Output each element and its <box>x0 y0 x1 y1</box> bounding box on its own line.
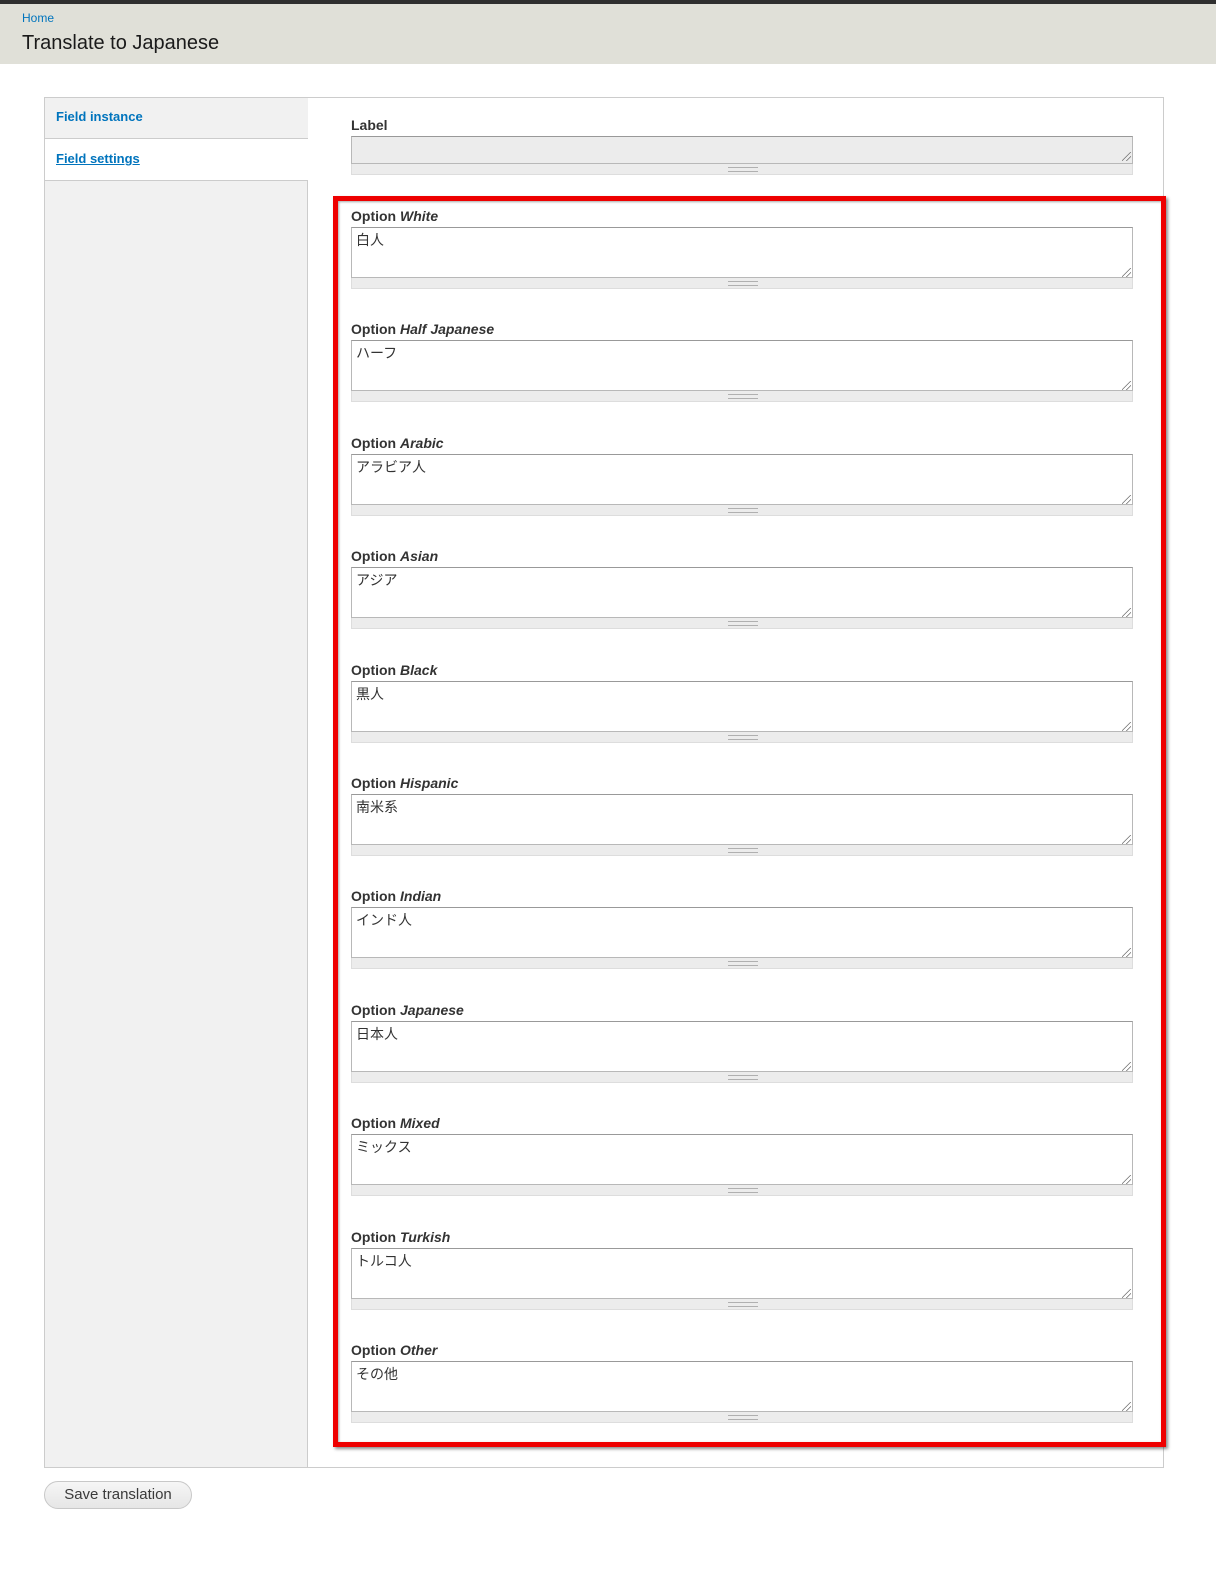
option-textarea-indian[interactable]: インド人 <box>351 907 1133 958</box>
option-label-prefix: Option <box>351 1229 397 1245</box>
option-label-name: Japanese <box>400 1002 464 1018</box>
textarea-grippie[interactable] <box>351 1412 1133 1423</box>
option-label-indian: Option Indian <box>351 888 441 904</box>
label-field-label: Label <box>351 117 388 133</box>
option-label-prefix: Option <box>351 1342 397 1358</box>
option-label-name: Indian <box>400 888 442 904</box>
option-label-name: Arabic <box>400 435 444 451</box>
option-label-name: Turkish <box>400 1229 451 1245</box>
resize-handle-icon[interactable] <box>1122 495 1131 504</box>
resize-handle-icon[interactable] <box>1122 152 1131 161</box>
resize-handle-icon[interactable] <box>1122 835 1131 844</box>
option-label-prefix: Option <box>351 775 397 791</box>
textarea-grippie[interactable] <box>351 845 1133 856</box>
option-label-name: Mixed <box>400 1115 440 1131</box>
textarea-grippie[interactable] <box>351 1072 1133 1083</box>
option-label-prefix: Option <box>351 548 397 564</box>
option-label-white: Option White <box>351 208 438 224</box>
textarea-grippie[interactable] <box>351 732 1133 743</box>
textarea-grippie[interactable] <box>351 391 1133 402</box>
option-label-prefix: Option <box>351 435 397 451</box>
option-label-name: Hispanic <box>400 775 459 791</box>
textarea-grippie[interactable] <box>351 618 1133 629</box>
option-label-prefix: Option <box>351 321 397 337</box>
textarea-grippie[interactable] <box>351 164 1133 175</box>
tab-field-settings[interactable]: Field settings <box>45 139 308 181</box>
option-label-name: Other <box>400 1342 438 1358</box>
option-label-prefix: Option <box>351 888 397 904</box>
option-textarea-asian[interactable]: アジア <box>351 567 1133 618</box>
textarea-grippie[interactable] <box>351 278 1133 289</box>
label-textarea[interactable] <box>351 136 1133 164</box>
option-textarea-white[interactable]: 白人 <box>351 227 1133 278</box>
breadcrumb-home-link[interactable]: Home <box>22 11 54 25</box>
page-title: Translate to Japanese <box>22 32 220 54</box>
option-label-japanese: Option Japanese <box>351 1002 464 1018</box>
resize-handle-icon[interactable] <box>1122 381 1131 390</box>
option-label-hispanic: Option Hispanic <box>351 775 458 791</box>
option-textarea-arabic[interactable]: アラビア人 <box>351 454 1133 505</box>
option-label-half-japanese: Option Half Japanese <box>351 321 494 337</box>
tab-field-instance[interactable]: Field instance <box>45 98 308 139</box>
vertical-tabs-sidebar: Field instance Field settings <box>45 98 308 1467</box>
resize-handle-icon[interactable] <box>1122 268 1131 277</box>
textarea-grippie[interactable] <box>351 505 1133 516</box>
resize-handle-icon[interactable] <box>1122 1289 1131 1298</box>
option-label-black: Option Black <box>351 662 437 678</box>
resize-handle-icon[interactable] <box>1122 948 1131 957</box>
option-label-arabic: Option Arabic <box>351 435 444 451</box>
option-label-name: Asian <box>400 548 439 564</box>
resize-handle-icon[interactable] <box>1122 722 1131 731</box>
option-label-prefix: Option <box>351 208 397 224</box>
option-label-asian: Option Asian <box>351 548 438 564</box>
option-textarea-other[interactable]: その他 <box>351 1361 1133 1412</box>
resize-handle-icon[interactable] <box>1122 608 1131 617</box>
option-textarea-half-japanese[interactable]: ハーフ <box>351 340 1133 391</box>
resize-handle-icon[interactable] <box>1122 1402 1131 1411</box>
resize-handle-icon[interactable] <box>1122 1062 1131 1071</box>
textarea-grippie[interactable] <box>351 958 1133 969</box>
option-label-prefix: Option <box>351 1115 397 1131</box>
option-label-prefix: Option <box>351 1002 397 1018</box>
option-label-name: Half Japanese <box>400 321 495 337</box>
page-header: Home Translate to Japanese <box>0 4 1216 64</box>
resize-handle-icon[interactable] <box>1122 1175 1131 1184</box>
option-textarea-turkish[interactable]: トルコ人 <box>351 1248 1133 1299</box>
textarea-grippie[interactable] <box>351 1299 1133 1310</box>
option-textarea-black[interactable]: 黒人 <box>351 681 1133 732</box>
textarea-grippie[interactable] <box>351 1185 1133 1196</box>
save-translation-button[interactable]: Save translation <box>44 1481 192 1509</box>
option-textarea-japanese[interactable]: 日本人 <box>351 1021 1133 1072</box>
option-label-turkish: Option Turkish <box>351 1229 450 1245</box>
option-label-other: Option Other <box>351 1342 437 1358</box>
option-textarea-hispanic[interactable]: 南米系 <box>351 794 1133 845</box>
option-textarea-mixed[interactable]: ミックス <box>351 1134 1133 1185</box>
option-label-mixed: Option Mixed <box>351 1115 440 1131</box>
option-label-prefix: Option <box>351 662 397 678</box>
option-label-name: Black <box>400 662 438 678</box>
option-label-name: White <box>400 208 439 224</box>
